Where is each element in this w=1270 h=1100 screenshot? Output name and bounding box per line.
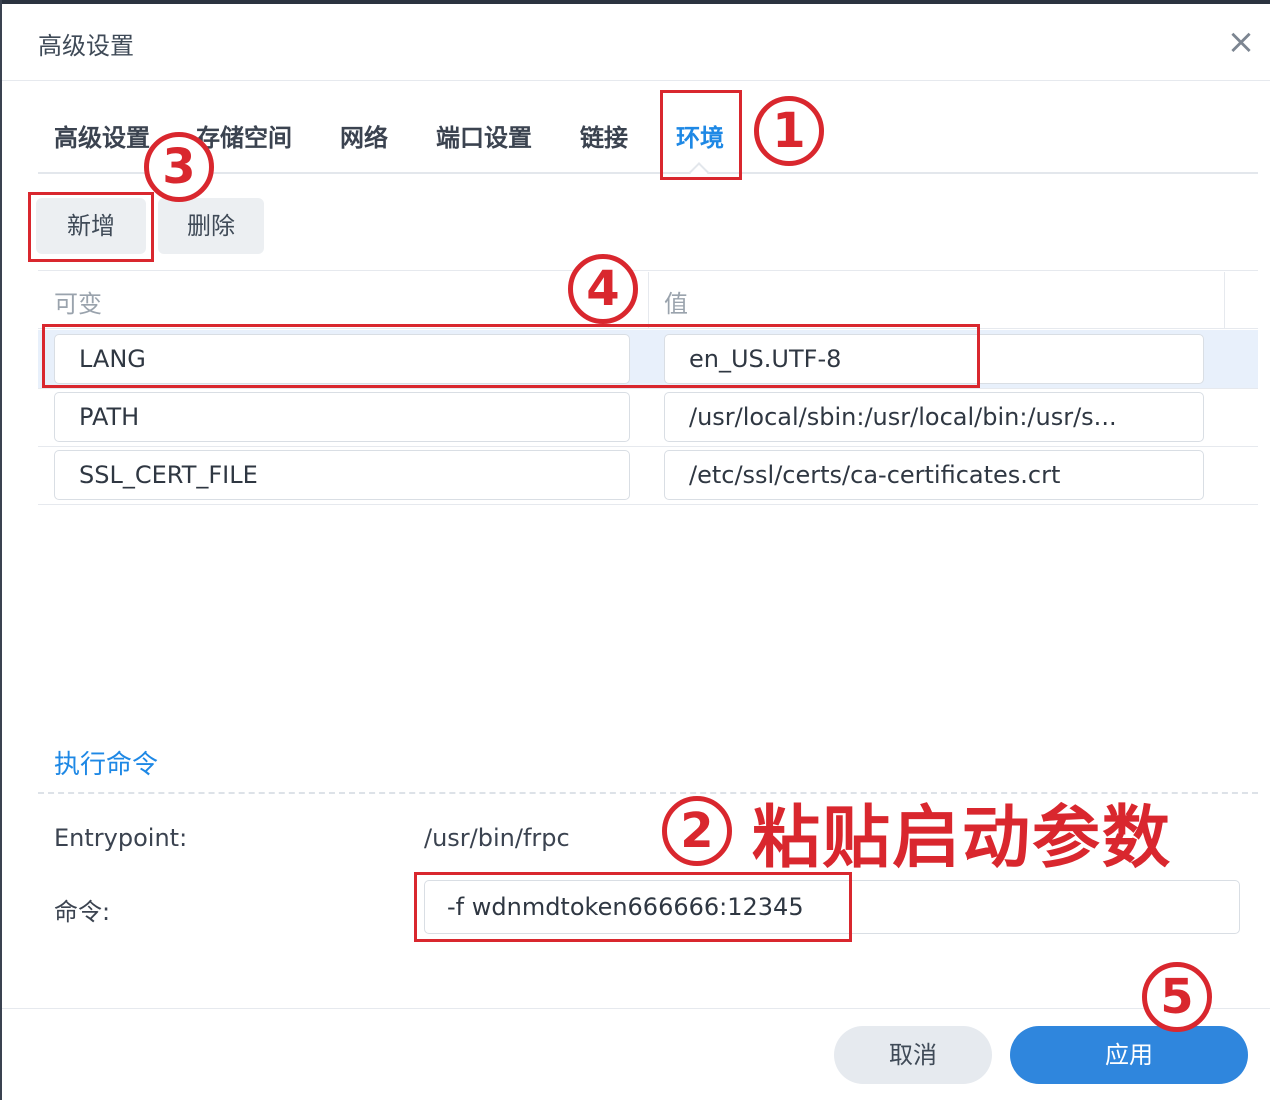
annotation-step-1: 1 bbox=[754, 96, 824, 166]
dialog-title: 高级设置 bbox=[38, 32, 134, 60]
annotation-step-3: 3 bbox=[144, 132, 214, 202]
column-header-value: 值 bbox=[664, 290, 688, 318]
section-title-exec: 执行命令 bbox=[54, 750, 159, 780]
row-border bbox=[38, 388, 1258, 389]
annotation-step-2: 2 bbox=[662, 796, 732, 866]
row-border bbox=[38, 504, 1258, 505]
close-icon[interactable]: × bbox=[1224, 22, 1258, 62]
column-header-key: 可变 bbox=[54, 290, 102, 318]
entrypoint-label: Entrypoint: bbox=[54, 824, 188, 852]
command-label: 命令: bbox=[54, 898, 111, 926]
tab-storage[interactable]: 存储空间 bbox=[196, 118, 292, 153]
window-frame-left bbox=[0, 0, 2, 1100]
env-value-field[interactable]: /etc/ssl/certs/ca-certificates.crt bbox=[664, 450, 1204, 500]
cancel-button[interactable]: 取消 bbox=[834, 1026, 992, 1084]
row-border bbox=[38, 446, 1258, 447]
annotation-box-command bbox=[414, 872, 852, 942]
env-key-field[interactable]: PATH bbox=[54, 392, 630, 442]
window-frame-top bbox=[0, 0, 1270, 4]
footer-divider bbox=[2, 1008, 1270, 1009]
column-separator-end bbox=[1224, 272, 1225, 328]
annotation-paste-args-text: 粘贴启动参数 bbox=[752, 799, 1173, 878]
annotation-box-env-tab bbox=[660, 90, 742, 180]
tab-links[interactable]: 链接 bbox=[580, 118, 628, 153]
tab-bar-underline bbox=[38, 172, 1258, 174]
tab-advanced[interactable]: 高级设置 bbox=[54, 118, 150, 153]
column-separator bbox=[648, 272, 649, 328]
tab-ports[interactable]: 端口设置 bbox=[436, 118, 532, 153]
annotation-box-env-row bbox=[42, 324, 980, 388]
delete-button[interactable]: 删除 bbox=[158, 198, 264, 254]
annotation-step-5: 5 bbox=[1142, 962, 1212, 1032]
table-top-border bbox=[38, 270, 1258, 271]
env-key-field[interactable]: SSL_CERT_FILE bbox=[54, 450, 630, 500]
annotation-step-4: 4 bbox=[568, 254, 638, 324]
env-value-field[interactable]: /usr/local/sbin:/usr/local/bin:/usr/s... bbox=[664, 392, 1204, 442]
apply-button[interactable]: 应用 bbox=[1010, 1026, 1248, 1084]
tab-network[interactable]: 网络 bbox=[340, 118, 388, 153]
entrypoint-value: /usr/bin/frpc bbox=[424, 824, 570, 852]
header-divider bbox=[2, 80, 1270, 81]
annotation-box-add-button bbox=[28, 192, 154, 262]
